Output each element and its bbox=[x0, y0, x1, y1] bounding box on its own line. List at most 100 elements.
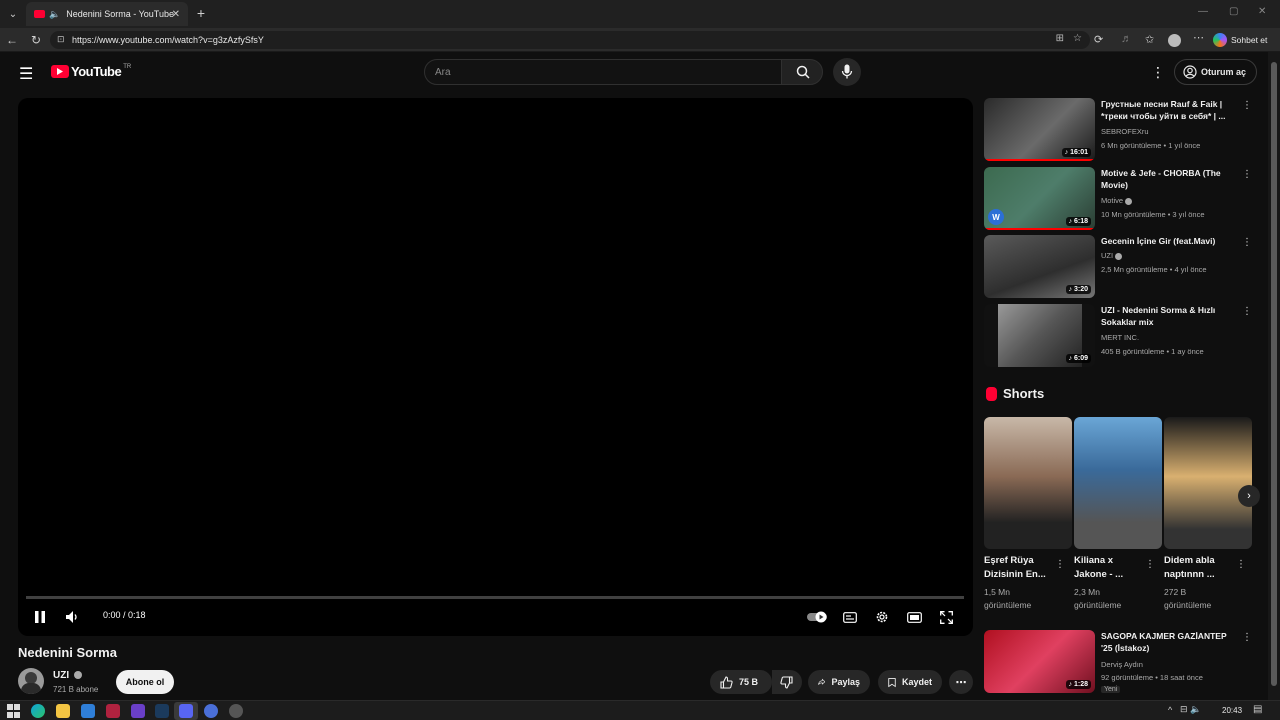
shorts-next-button[interactable]: › bbox=[1238, 485, 1260, 507]
favorite-star-icon[interactable]: ☆ bbox=[1073, 33, 1082, 44]
active-tab[interactable]: 🔈 Nedenini Sorma - YouTube ✕ bbox=[26, 2, 188, 26]
autoplay-toggle[interactable] bbox=[806, 607, 830, 627]
video-thumbnail[interactable]: W ♪ 6:18 bbox=[984, 167, 1095, 230]
short-title[interactable]: Eşref Rüya Dizisinin En... bbox=[984, 554, 1054, 582]
duration-text: 6:18 bbox=[1073, 218, 1088, 225]
rec-title[interactable]: Gecenin İçine Gir (feat.Mavi) bbox=[1101, 235, 1235, 247]
recommendation-item[interactable]: ♪ 6:09 UZI - Nedenini Sorma & Hızlı Soka… bbox=[984, 304, 1254, 368]
rec-channel[interactable]: SEBROFEXru bbox=[1101, 127, 1149, 136]
app-available-icon[interactable]: ⊞ bbox=[1056, 33, 1064, 44]
voice-search-button[interactable] bbox=[833, 58, 861, 86]
app-icon[interactable] bbox=[81, 704, 95, 718]
short-menu-icon[interactable]: ⋮ bbox=[1145, 559, 1155, 570]
minimize-icon[interactable]: — bbox=[1198, 6, 1208, 17]
save-button[interactable]: Kaydet bbox=[878, 670, 942, 694]
favorites-icon[interactable]: ✩ bbox=[1145, 33, 1154, 46]
short-views-label: görüntüleme bbox=[1074, 600, 1122, 610]
profile-avatar[interactable] bbox=[1168, 34, 1181, 47]
scrollbar-thumb[interactable] bbox=[1271, 62, 1277, 686]
thumbs-up-icon bbox=[720, 675, 733, 689]
clock[interactable]: 20:43 bbox=[1222, 706, 1242, 715]
rec-title[interactable]: UZI - Nedenini Sorma & Hızlı Sokaklar mi… bbox=[1101, 304, 1235, 328]
recommendation-item[interactable]: W ♪ 6:18 Motive & Jefe - CHORBA (The Mov… bbox=[984, 167, 1254, 231]
settings-button[interactable] bbox=[872, 607, 892, 627]
fullscreen-button[interactable] bbox=[936, 607, 956, 627]
app-icon[interactable] bbox=[131, 704, 145, 718]
volume-icon bbox=[66, 611, 77, 623]
rec-menu-icon[interactable]: ⋮ bbox=[1242, 237, 1252, 248]
short-title[interactable]: Didem abla naptınnn ... bbox=[1164, 554, 1234, 582]
signin-button[interactable]: Oturum aç bbox=[1174, 59, 1257, 85]
short-menu-icon[interactable]: ⋮ bbox=[1055, 559, 1065, 570]
video-thumbnail[interactable]: ♪ 6:09 bbox=[984, 304, 1095, 367]
notifications-icon[interactable]: ▤ bbox=[1253, 704, 1262, 715]
rec-channel[interactable]: MERT INC. bbox=[1101, 333, 1139, 342]
progress-bar[interactable] bbox=[26, 596, 964, 599]
steam-icon[interactable] bbox=[155, 704, 169, 718]
back-icon[interactable]: ← bbox=[6, 33, 18, 47]
recommendation-item[interactable]: ♪ 16:01 Грустные песни Rauf & Faik | *тр… bbox=[984, 98, 1254, 162]
read-aloud-icon[interactable]: ♬ bbox=[1121, 33, 1132, 45]
audio-playing-icon[interactable]: 🔈 bbox=[49, 9, 60, 20]
captions-icon bbox=[843, 611, 857, 623]
edge-icon[interactable] bbox=[31, 704, 45, 718]
short-thumbnail[interactable] bbox=[1164, 417, 1252, 549]
short-thumbnail[interactable] bbox=[984, 417, 1072, 549]
site-info-icon[interactable]: ⊡ bbox=[57, 34, 65, 45]
short-title[interactable]: Kiliana x Jakone - ... bbox=[1074, 554, 1144, 582]
search-input[interactable]: Ara bbox=[424, 59, 782, 85]
settings-menu-icon[interactable]: ⋮ bbox=[1151, 64, 1165, 81]
share-button[interactable]: Paylaş bbox=[808, 670, 870, 694]
video-thumbnail[interactable]: ♪ 3:20 bbox=[984, 235, 1095, 298]
recommendation-item[interactable]: ♪ 3:20 Gecenin İçine Gir (feat.Mavi) UZI… bbox=[984, 235, 1254, 299]
url-field[interactable]: ⊡ https://www.youtube.com/watch?v=g3zAzf… bbox=[50, 31, 1090, 49]
close-tab-icon[interactable]: ✕ bbox=[172, 9, 180, 20]
theater-mode-button[interactable] bbox=[904, 607, 924, 627]
like-button[interactable]: 75 B bbox=[710, 670, 772, 694]
hamburger-menu-icon[interactable]: ☰ bbox=[19, 64, 33, 84]
windows-start-icon[interactable] bbox=[7, 704, 20, 718]
more-actions-button[interactable]: ⋯ bbox=[949, 670, 973, 694]
channel-avatar[interactable] bbox=[18, 668, 44, 694]
rec-menu-icon[interactable]: ⋮ bbox=[1242, 169, 1252, 180]
rec-channel[interactable]: Derviş Aydın bbox=[1101, 660, 1143, 669]
pause-button[interactable] bbox=[30, 607, 50, 627]
discord-icon[interactable] bbox=[179, 704, 193, 718]
maximize-icon[interactable]: ▢ bbox=[1229, 6, 1238, 17]
duration-badge: ♪ 3:20 bbox=[1065, 285, 1091, 294]
rec-title[interactable]: Motive & Jefe - CHORBA (The Movie) bbox=[1101, 167, 1235, 191]
channel-name[interactable]: UZI bbox=[53, 670, 82, 681]
video-thumbnail[interactable]: ♪ 16:01 bbox=[984, 98, 1095, 161]
search-button[interactable] bbox=[781, 59, 823, 85]
recommendation-item[interactable]: ♪ 1:28 SAGOPA KAJMER GAZİANTEP '25 (İsta… bbox=[984, 630, 1254, 694]
rec-menu-icon[interactable]: ⋮ bbox=[1242, 632, 1252, 643]
app-icon[interactable] bbox=[106, 704, 120, 718]
video-thumbnail[interactable]: ♪ 1:28 bbox=[984, 630, 1095, 693]
mute-button[interactable] bbox=[63, 607, 83, 627]
file-explorer-icon[interactable] bbox=[56, 704, 70, 718]
rec-channel[interactable]: Motive bbox=[1101, 196, 1133, 205]
short-thumbnail[interactable] bbox=[1074, 417, 1162, 549]
app-icon[interactable] bbox=[204, 704, 218, 718]
subscribe-button[interactable]: Abone ol bbox=[116, 670, 174, 694]
rec-channel[interactable]: UZI bbox=[1101, 251, 1123, 260]
tab-list-icon[interactable]: ⌄ bbox=[6, 7, 20, 21]
rec-menu-icon[interactable]: ⋮ bbox=[1242, 100, 1252, 111]
copilot-button[interactable]: Sohbet et bbox=[1213, 31, 1275, 49]
short-menu-icon[interactable]: ⋮ bbox=[1236, 559, 1246, 570]
network-volume-icon[interactable]: ⊟ 🔈 bbox=[1180, 704, 1201, 715]
video-player[interactable]: 0:00 / 0:18 bbox=[18, 98, 973, 636]
tray-overflow-icon[interactable]: ^ bbox=[1168, 705, 1172, 715]
youtube-logo[interactable]: YouTube TR bbox=[51, 64, 131, 79]
rec-title[interactable]: Грустные песни Rauf & Faik | *треки чтоб… bbox=[1101, 98, 1235, 122]
rec-menu-icon[interactable]: ⋮ bbox=[1242, 306, 1252, 317]
app-icon[interactable] bbox=[229, 704, 243, 718]
more-menu-icon[interactable]: ⋯ bbox=[1193, 31, 1204, 44]
reload-icon[interactable]: ↻ bbox=[31, 33, 41, 47]
rec-title[interactable]: SAGOPA KAJMER GAZİANTEP '25 (İstakoz) bbox=[1101, 630, 1235, 654]
extensions-icon[interactable]: ⟳ bbox=[1094, 33, 1103, 46]
captions-button[interactable] bbox=[840, 607, 860, 627]
dislike-button[interactable] bbox=[772, 670, 802, 694]
new-tab-icon[interactable]: + bbox=[194, 5, 208, 21]
close-window-icon[interactable]: ✕ bbox=[1258, 6, 1266, 17]
